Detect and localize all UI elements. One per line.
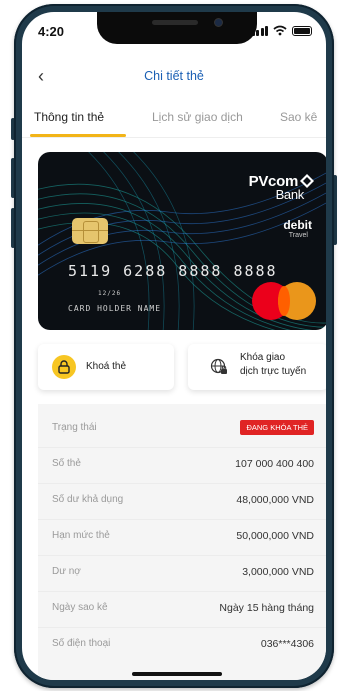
lock-online-transactions-button[interactable]: Khóa giao dịch trực tuyến [188,344,326,390]
detail-value: 50,000,000 VND [236,530,314,542]
page-title: Chi tiết thẻ [144,69,204,83]
front-camera [215,19,222,26]
card-type: debit [283,218,312,232]
lock-online-label-line1: Khóa giao [240,352,286,363]
detail-label: Dư nợ [52,566,81,577]
detail-label: Ngày sao kê [52,602,108,613]
detail-label: Số điện thoại [52,638,111,649]
detail-row-outstanding: Dư nợ 3,000,000 VND [38,556,326,592]
bank-logo: PVcom Bank [249,174,314,201]
card-expiry: 12/26 [98,290,122,297]
detail-label: Hạn mức thẻ [52,530,110,541]
camera-notch [97,12,257,44]
card-details-list: Trạng thái ĐANG KHÓA THẺ Số thẻ 107 000 … [38,404,326,680]
detail-label: Số dư khả dụng [52,494,124,505]
tab-statement[interactable]: Sao kê [280,110,317,124]
app-header: ‹ Chi tiết thẻ [22,64,326,92]
detail-row-card-limit: Hạn mức thẻ 50,000,000 VND [38,520,326,556]
status-badge: ĐANG KHÓA THẺ [240,420,314,435]
detail-value: Ngày 15 hàng tháng [219,602,314,614]
detail-row-available-balance: Số dư khả dụng 48,000,000 VND [38,484,326,520]
debit-card[interactable]: PVcom Bank debit Travel 5119 6288 8888 8… [38,152,326,330]
globe-lock-icon [210,358,227,374]
wifi-icon [273,25,287,36]
speaker-grille [152,20,198,25]
detail-row-card-number: Số thẻ 107 000 400 400 [38,448,326,484]
detail-value: 036***4306 [260,638,314,650]
tab-bar: Thông tin thẻ Lịch sử giao dịch Sao kê [22,110,326,140]
detail-value: 3,000,000 VND [242,566,314,578]
active-tab-indicator [30,134,126,137]
card-actions: Khoá thẻ Khóa giao dịch trực tuyến [38,344,326,392]
status-icons [251,25,312,36]
card-chip-icon [72,218,108,244]
status-time: 4:20 [38,24,65,39]
home-indicator[interactable] [132,672,222,676]
bank-diamond-icon [300,174,314,188]
detail-row-phone: Số điện thoại 036***4306 [38,628,326,664]
detail-label: Trạng thái [52,422,97,433]
card-number: 5119 6288 8888 8888 [68,262,278,280]
tab-transaction-history[interactable]: Lịch sử giao dịch [152,110,243,124]
detail-value: 48,000,000 VND [236,494,314,506]
tab-divider [22,137,326,138]
detail-value: 107 000 400 400 [235,458,314,470]
lock-online-label-line2: dịch trực tuyến [240,366,307,377]
detail-label: Số thẻ [52,458,81,469]
lock-icon [52,355,76,379]
mastercard-logo-icon [252,282,316,322]
lock-card-label: Khoá thẻ [86,361,127,372]
tab-card-info[interactable]: Thông tin thẻ [34,110,104,124]
card-subtype: Travel [288,232,308,239]
card-holder-name: CARD HOLDER NAME [68,304,162,313]
detail-row-status: Trạng thái ĐANG KHÓA THẺ [38,412,326,448]
detail-row-statement-date: Ngày sao kê Ngày 15 hàng tháng [38,592,326,628]
battery-icon [292,26,312,36]
phone-screen: 4:20 ‹ Chi tiết thẻ Thông tin thẻ Lịch s… [22,12,326,680]
lock-card-button[interactable]: Khoá thẻ [38,344,174,390]
